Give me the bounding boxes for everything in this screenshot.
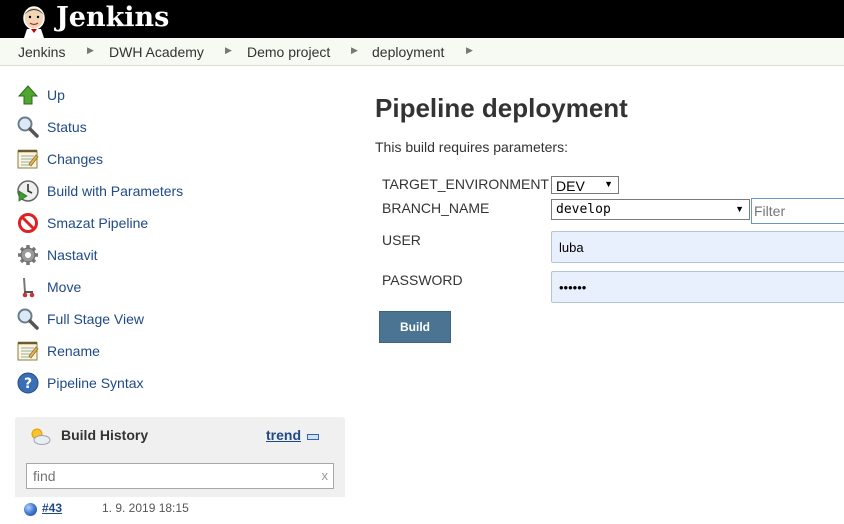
no-entry-icon bbox=[18, 213, 38, 233]
breadcrumb-separator-icon[interactable]: ▶ bbox=[351, 45, 358, 56]
sidebar-item-label[interactable]: Up bbox=[47, 87, 65, 103]
breadcrumb: Jenkins ▶ DWH Academy ▶ Demo project ▶ d… bbox=[0, 38, 844, 66]
sidebar-item-move[interactable]: Move bbox=[16, 275, 316, 301]
svg-text:?: ? bbox=[24, 376, 32, 392]
build-history-panel: Build History trend x #43 1. 9. 2019 18:… bbox=[15, 417, 345, 524]
password-label: PASSWORD bbox=[382, 272, 463, 288]
collapse-icon[interactable] bbox=[307, 434, 319, 440]
move-icon bbox=[22, 278, 35, 298]
password-input[interactable]: •••••• bbox=[551, 271, 844, 303]
help-icon: ? bbox=[17, 372, 39, 394]
breadcrumb-demo-project[interactable]: Demo project bbox=[247, 44, 330, 60]
sidebar-item-build-with-parameters[interactable]: Build with Parameters bbox=[16, 179, 316, 205]
user-label: USER bbox=[382, 232, 421, 248]
sidebar-item-nastavit[interactable]: Nastavit bbox=[16, 243, 316, 269]
branch-filter-input[interactable] bbox=[754, 203, 844, 219]
sidebar-item-status[interactable]: Status bbox=[16, 115, 316, 141]
sidebar-item-label[interactable]: Nastavit bbox=[47, 247, 98, 263]
breadcrumb-separator-icon[interactable]: ▶ bbox=[225, 45, 232, 56]
notepad-icon bbox=[17, 341, 39, 361]
build-history-title: Build History bbox=[61, 427, 149, 443]
sidebar-item-smazat-pipeline[interactable]: Smazat Pipeline bbox=[16, 211, 316, 237]
clear-filter-icon[interactable]: x bbox=[322, 468, 329, 483]
build-row: #43 1. 9. 2019 18:15 bbox=[15, 497, 345, 524]
user-value: luba bbox=[559, 240, 584, 255]
target-environment-label: TARGET_ENVIRONMENT bbox=[382, 176, 549, 192]
breadcrumb-deployment[interactable]: deployment bbox=[372, 44, 444, 60]
magnifier-icon bbox=[17, 308, 39, 330]
notepad-icon bbox=[17, 149, 39, 169]
build-search-input[interactable] bbox=[33, 468, 313, 484]
sidebar-item-label[interactable]: Full Stage View bbox=[47, 311, 144, 327]
breadcrumb-jenkins[interactable]: Jenkins bbox=[18, 44, 65, 60]
up-arrow-icon bbox=[17, 85, 39, 105]
breadcrumb-dwh-academy[interactable]: DWH Academy bbox=[109, 44, 204, 60]
password-value: •••••• bbox=[559, 280, 587, 295]
sidebar-item-label[interactable]: Rename bbox=[47, 343, 100, 359]
sidebar-item-label[interactable]: Move bbox=[47, 279, 81, 295]
target-environment-value: DEV bbox=[556, 178, 585, 194]
sidebar-item-pipeline-syntax[interactable]: ? Pipeline Syntax bbox=[16, 371, 316, 397]
breadcrumb-separator-icon[interactable]: ▶ bbox=[87, 45, 94, 56]
target-environment-select[interactable]: DEV ▼ bbox=[551, 176, 619, 194]
top-header: Jenkins bbox=[0, 0, 844, 38]
branch-name-label: BRANCH_NAME bbox=[382, 200, 490, 216]
sidebar-item-full-stage-view[interactable]: Full Stage View bbox=[16, 307, 316, 333]
gear-icon bbox=[18, 245, 38, 265]
user-input[interactable]: luba bbox=[551, 231, 844, 263]
build-history-header: Build History trend bbox=[15, 417, 345, 455]
sidebar-item-up[interactable]: Up bbox=[16, 83, 316, 109]
sidebar-item-label[interactable]: Build with Parameters bbox=[47, 183, 183, 199]
sidebar-item-label[interactable]: Status bbox=[47, 119, 87, 135]
sidebar-item-changes[interactable]: Changes bbox=[16, 147, 316, 173]
page-title: Pipeline deployment bbox=[375, 93, 628, 123]
sidebar-item-rename[interactable]: Rename bbox=[16, 339, 316, 365]
branch-name-value: develop bbox=[556, 202, 611, 217]
branch-name-select[interactable]: develop ▼ bbox=[551, 199, 750, 220]
build-history-trend-link[interactable]: trend bbox=[266, 427, 301, 443]
jenkins-logo-text[interactable]: Jenkins bbox=[56, 1, 169, 35]
clock-play-icon bbox=[17, 180, 39, 202]
dropdown-arrow-icon: ▼ bbox=[604, 179, 613, 189]
build-date: 1. 9. 2019 18:15 bbox=[102, 501, 189, 515]
sidebar-item-label[interactable]: Smazat Pipeline bbox=[47, 215, 148, 231]
build-status-ball-icon bbox=[24, 503, 37, 516]
magnifier-icon bbox=[17, 116, 39, 138]
branch-filter-field bbox=[751, 198, 844, 224]
sidebar-item-label[interactable]: Pipeline Syntax bbox=[47, 375, 144, 391]
page-description: This build requires parameters: bbox=[375, 139, 568, 155]
sidebar-item-label[interactable]: Changes bbox=[47, 151, 103, 167]
build-number-link[interactable]: #43 bbox=[42, 501, 62, 515]
breadcrumb-separator-icon[interactable]: ▶ bbox=[466, 45, 473, 56]
build-history-filter: x bbox=[26, 463, 334, 489]
jenkins-butler-icon[interactable] bbox=[16, 2, 52, 38]
dropdown-arrow-icon: ▼ bbox=[735, 204, 744, 214]
build-button[interactable]: Build bbox=[379, 311, 451, 343]
weather-sun-cloud-icon bbox=[31, 428, 51, 445]
